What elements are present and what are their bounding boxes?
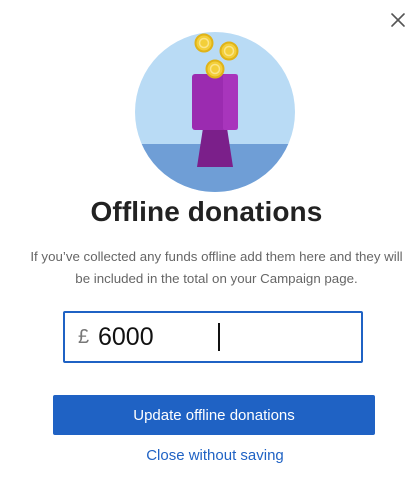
close-icon bbox=[391, 13, 405, 27]
currency-symbol: £ bbox=[78, 325, 90, 348]
donation-illustration bbox=[135, 32, 295, 192]
close-button[interactable] bbox=[387, 9, 409, 31]
dialog-title: Offline donations bbox=[90, 196, 323, 227]
offline-donations-dialog: Offline donations If you’ve collected an… bbox=[0, 0, 413, 497]
donation-box-icon bbox=[135, 32, 295, 192]
text-caret bbox=[218, 323, 220, 351]
close-without-saving-link[interactable]: Close without saving bbox=[0, 447, 413, 464]
amount-field[interactable]: £ bbox=[63, 311, 363, 363]
dialog-description: If you’ve collected any funds offline ad… bbox=[30, 249, 403, 286]
update-offline-donations-button[interactable]: Update offline donations bbox=[53, 395, 375, 435]
amount-input[interactable] bbox=[98, 317, 298, 357]
